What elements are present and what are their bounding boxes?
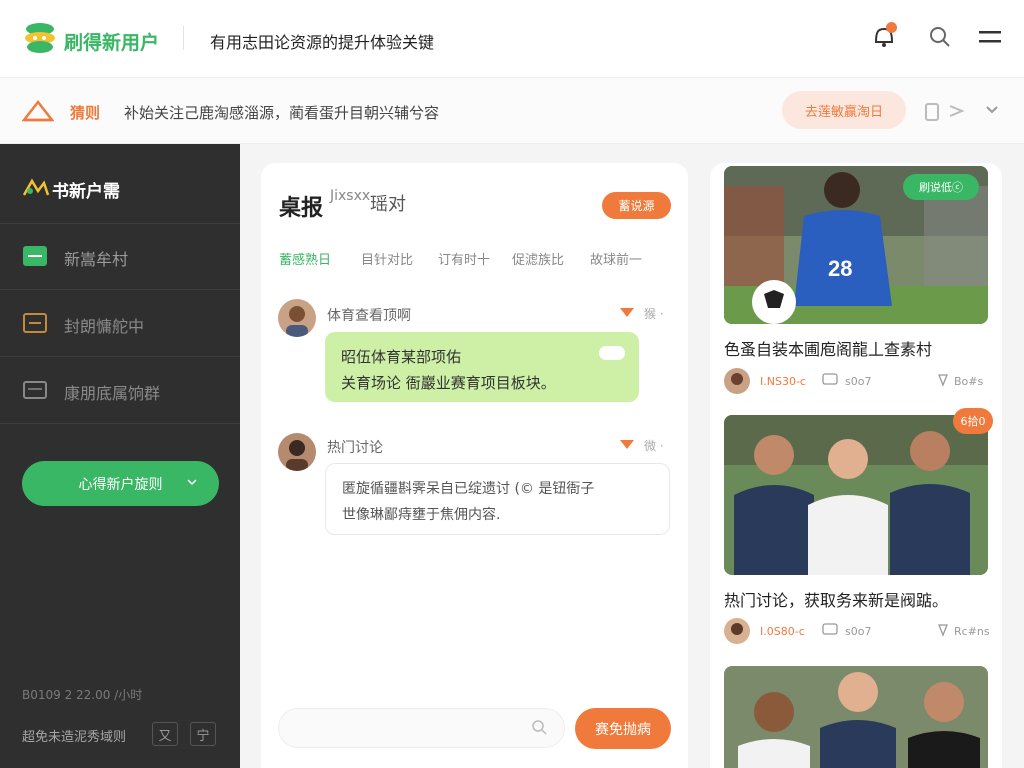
tab-2[interactable]: 目针对比 bbox=[361, 249, 413, 268]
svg-text:28: 28 bbox=[828, 256, 852, 281]
message-text-line-1: 昭伍体育某部项佑 bbox=[341, 348, 462, 366]
message-text-line-2: 世像琳鄙痔壅于焦佣内容. bbox=[342, 507, 501, 523]
like-count: Rc#ns bbox=[954, 625, 990, 638]
caret-down-icon[interactable] bbox=[620, 308, 634, 317]
sidebar-logo-icon bbox=[22, 178, 50, 196]
comment-icon[interactable] bbox=[822, 373, 838, 387]
chat-bubble-icon bbox=[23, 246, 47, 266]
chevron-down-icon[interactable] bbox=[985, 104, 999, 116]
avatar[interactable] bbox=[724, 368, 750, 394]
sidebar-footer-text: 超免未造泥秀域则 bbox=[22, 730, 127, 745]
brand-logo-icon[interactable] bbox=[22, 20, 58, 56]
message-author: 体育查看顶啊 bbox=[327, 308, 411, 324]
feed-author[interactable]: I.NS30-c bbox=[760, 375, 806, 388]
document-icon bbox=[23, 381, 47, 399]
search-button[interactable] bbox=[925, 22, 955, 52]
team-photo-image bbox=[724, 415, 988, 575]
avatar[interactable] bbox=[278, 299, 316, 337]
sidebar: 书新户需 新嵩牟村 封朗慵舵中 康朋底属饷群 bbox=[0, 144, 240, 768]
hamburger-icon bbox=[979, 31, 1001, 43]
avatar[interactable] bbox=[724, 618, 750, 644]
search-icon bbox=[930, 27, 950, 47]
sidebar-item-documents[interactable]: 康朋底属饷群 bbox=[0, 358, 240, 424]
sidebar-cta-button[interactable]: 心得新户旋则 bbox=[22, 461, 219, 506]
announcement-action-button[interactable]: 去莲敏赢淘日 bbox=[782, 91, 906, 129]
header-tagline: 有用志田论资源的提升体验关键 bbox=[210, 33, 435, 52]
tab-4[interactable]: 促滤族比 bbox=[512, 249, 564, 268]
chevron-down-icon bbox=[187, 479, 197, 486]
sidebar-item-messages[interactable]: 新嵩牟村 bbox=[0, 224, 240, 290]
sidebar-item-label: 新嵩牟村 bbox=[64, 250, 129, 269]
notification-button[interactable] bbox=[870, 22, 900, 52]
players-photo-image bbox=[724, 666, 988, 768]
feed-caption[interactable]: 热门讨论，获取务来新是阀踮。 bbox=[724, 587, 948, 611]
user-avatar-icon bbox=[278, 433, 316, 471]
sidebar-brand: 书新户需 bbox=[52, 182, 120, 202]
tab-3[interactable]: 订有时十 bbox=[438, 249, 490, 268]
header-divider bbox=[183, 26, 184, 50]
panel-title: 桌报 bbox=[279, 196, 324, 221]
panel-badge-button[interactable]: 蓄说源 bbox=[602, 192, 671, 219]
calendar-icon bbox=[23, 313, 47, 333]
panel-subtitle-2: 瑶对 bbox=[370, 194, 406, 215]
announcement-label: 猜则 bbox=[70, 104, 101, 122]
sidebar-item-label: 康朋底属饷群 bbox=[64, 384, 161, 403]
user-avatar-icon bbox=[278, 299, 316, 337]
menu-button[interactable] bbox=[975, 22, 1005, 52]
message-time: 微 · bbox=[644, 439, 664, 453]
caret-down-icon[interactable] bbox=[620, 440, 634, 449]
feed-meta: I.0S80-c s0o7 Rc#ns bbox=[724, 618, 990, 646]
announcement-icon bbox=[22, 99, 54, 122]
feed-meta: I.NS30-c s0o7 Bo#s bbox=[724, 368, 988, 396]
announcement-text[interactable]: 补始关注己鹿淘感淄源，蔺看蛋升目朝兴辅兮容 bbox=[124, 102, 469, 123]
like-icon[interactable] bbox=[936, 373, 950, 387]
feed-caption[interactable]: 色蚤自装本圃庖阁龍丄查素村 bbox=[724, 336, 932, 360]
brand-name[interactable]: 刷得新用户 bbox=[64, 28, 159, 55]
sidebar-item-label: 封朗慵舵中 bbox=[64, 317, 145, 336]
message-bubble: 匿旋循疆斟霁呆自已绽遗讨 (© 是钮衙子 世像琳鄙痔壅于焦佣内容. bbox=[325, 463, 670, 535]
comment-count: s0o7 bbox=[845, 625, 872, 638]
sidebar-meta-text: B0109 2 22.00 /小时 bbox=[22, 688, 143, 702]
comment-icon[interactable] bbox=[822, 623, 838, 637]
message-text-line-1: 匿旋循疆斟霁呆自已绽遗讨 (© 是钮衙子 bbox=[342, 481, 595, 497]
sidebar-footer-button-2[interactable]: 宁 bbox=[190, 722, 216, 746]
user-avatar-icon bbox=[724, 368, 750, 394]
photo-badge[interactable]: 刷说低ⓒ bbox=[903, 174, 979, 200]
user-avatar-icon bbox=[724, 618, 750, 644]
message-bubble: 昭伍体育某部项佑 关育场论 衙巖业赛育项目板块。 bbox=[325, 332, 639, 402]
like-count: Bo#s bbox=[954, 375, 984, 388]
tab-1[interactable]: 蓄感熟日 bbox=[279, 249, 331, 268]
more-options-icon[interactable] bbox=[599, 346, 625, 360]
message-input[interactable] bbox=[278, 708, 565, 748]
message-author: 热门讨论 bbox=[327, 440, 383, 456]
panel-subtitle: Jixsxx bbox=[330, 188, 371, 204]
sidebar-footer-button-1[interactable]: 又 bbox=[152, 722, 178, 746]
search-icon[interactable] bbox=[531, 719, 548, 736]
sidebar-cta-label: 心得新户旋则 bbox=[78, 476, 163, 493]
avatar[interactable] bbox=[278, 433, 316, 471]
photo-badge[interactable]: 6拾0 bbox=[953, 408, 993, 434]
like-icon[interactable] bbox=[936, 623, 950, 637]
send-button[interactable]: 赛免抛病 bbox=[575, 708, 671, 749]
notification-dot bbox=[886, 22, 897, 33]
message-text-line-2: 关育场论 衙巖业赛育项目板块。 bbox=[341, 374, 556, 392]
feed-author[interactable]: I.0S80-c bbox=[760, 625, 805, 638]
comment-count: s0o7 bbox=[845, 375, 872, 388]
message-time: 猴 · bbox=[644, 307, 664, 321]
sidebar-brand-row: 书新户需 bbox=[0, 144, 240, 224]
feed-photo[interactable] bbox=[724, 415, 988, 575]
tab-5[interactable]: 故球前一 bbox=[590, 249, 642, 268]
sidebar-item-schedule[interactable]: 封朗慵舵中 bbox=[0, 291, 240, 357]
feed-photo[interactable] bbox=[724, 666, 988, 768]
copy-share-icons[interactable] bbox=[918, 96, 978, 126]
